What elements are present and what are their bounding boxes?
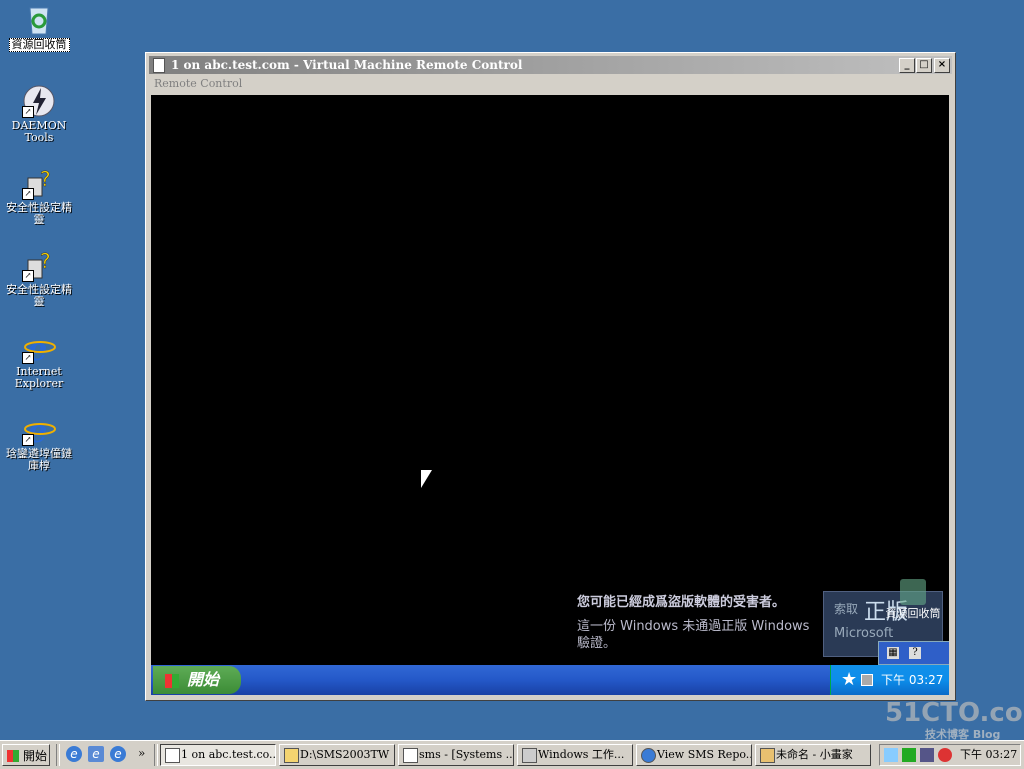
help-icon[interactable]: ? bbox=[909, 647, 921, 659]
network-icon[interactable] bbox=[861, 674, 873, 686]
taskbar-separator bbox=[56, 744, 60, 766]
folder-icon bbox=[284, 748, 299, 763]
window-titlebar[interactable]: 1 on abc.test.com - Virtual Machine Remo… bbox=[149, 56, 952, 74]
start-label: 開始 bbox=[22, 749, 47, 763]
window-title: 1 on abc.test.com - Virtual Machine Remo… bbox=[171, 58, 523, 72]
task-vm-remote-control[interactable]: 1 on abc.test.co... bbox=[160, 744, 276, 766]
task-label: 1 on abc.test.co... bbox=[181, 748, 276, 761]
quicklaunch-more-button[interactable]: » bbox=[138, 746, 145, 760]
language-bar[interactable]: ▦? bbox=[878, 641, 949, 665]
task-sms-systems[interactable]: sms - [Systems ... bbox=[398, 744, 514, 766]
vm-start-button[interactable]: 開始 bbox=[153, 666, 241, 694]
windows-logo-icon bbox=[165, 673, 179, 688]
sms-console-icon bbox=[403, 748, 418, 763]
svg-text:?: ? bbox=[40, 249, 51, 273]
genuine-text-1: 索取 bbox=[834, 602, 859, 616]
menu-remote-control[interactable]: Remote Control bbox=[154, 77, 242, 90]
security-wizard-label: 安全性設定精靈 bbox=[6, 283, 72, 308]
document-icon bbox=[165, 748, 180, 763]
security-wizard-icon: ? ↗ bbox=[22, 166, 56, 200]
desktop-icon-security-wizard-2[interactable]: ? ↗ 安全性設定精靈 bbox=[0, 248, 78, 308]
task-label: 未命名 - 小畫家 bbox=[776, 748, 853, 761]
quicklaunch-desktop-icon[interactable]: e bbox=[88, 746, 104, 762]
daemon-tray-icon[interactable] bbox=[938, 748, 952, 762]
task-label: D:\SMS2003TW bbox=[300, 748, 390, 761]
task-label: View SMS Repo... bbox=[657, 748, 752, 761]
quicklaunch-ie-icon[interactable]: e bbox=[66, 746, 82, 762]
taskbar-separator bbox=[154, 744, 158, 766]
vm-recycle-label: 資源回收筒 bbox=[885, 607, 941, 620]
security-wizard-label: 安全性設定精靈 bbox=[6, 201, 72, 226]
paint-icon bbox=[760, 748, 775, 763]
notice-body: 這一份 Windows 未通過正版 Windows 驗證。 bbox=[577, 619, 810, 651]
chart-icon[interactable] bbox=[884, 748, 898, 762]
internet-explorer-icon: e ↗ bbox=[22, 330, 56, 368]
site-watermark: 51CTO.com 技术博客 Blog bbox=[885, 698, 1024, 741]
document-icon bbox=[153, 58, 165, 73]
vm-recycle-bin[interactable]: 資源回收筒 bbox=[881, 579, 945, 621]
desktop-icon-internet-explorer[interactable]: e ↗ Internet Explorer bbox=[0, 330, 78, 390]
vm-start-label: 開始 bbox=[187, 670, 220, 689]
computer-icon bbox=[522, 748, 537, 763]
host-taskbar: 開始 e e e » 1 on abc.test.co... D:\SMS200… bbox=[0, 740, 1024, 769]
windows-logo-icon bbox=[7, 750, 19, 762]
recycle-bin-label: 資源回收筒 bbox=[8, 38, 70, 52]
star-icon[interactable]: ★ bbox=[841, 665, 857, 695]
vm-system-tray: ★ 下午 03:27 bbox=[830, 665, 949, 695]
desktop-icon-recycle-bin[interactable]: 資源回收筒 bbox=[0, 2, 78, 52]
keyboard-icon[interactable]: ▦ bbox=[887, 647, 899, 659]
daemon-tools-icon: ↗ bbox=[22, 84, 56, 118]
ie-shortcut-label: 琀鑾遴埻僮鏈庫椁 bbox=[6, 447, 72, 472]
genuine-text-3: Microsoft bbox=[834, 626, 894, 641]
security-wizard-icon: ? ↗ bbox=[22, 248, 56, 282]
internet-explorer-icon: e ↗ bbox=[22, 412, 56, 450]
daemon-tools-label: DAEMON Tools bbox=[11, 119, 67, 144]
watermark-main: 51CTO.com bbox=[885, 698, 1024, 728]
maximize-button[interactable]: □ bbox=[916, 58, 932, 73]
minimize-button[interactable]: _ bbox=[899, 58, 915, 73]
monitor-icon[interactable] bbox=[902, 748, 916, 762]
internet-explorer-icon bbox=[641, 748, 656, 763]
vm-clock[interactable]: 下午 03:27 bbox=[881, 665, 943, 695]
internet-explorer-label: Internet Explorer bbox=[14, 365, 64, 390]
system-tray: 下午 03:27 bbox=[879, 744, 1021, 766]
desktop-icon-security-wizard-1[interactable]: ? ↗ 安全性設定精靈 bbox=[0, 166, 78, 226]
task-view-sms-reports[interactable]: View SMS Repo... bbox=[636, 744, 752, 766]
vm-screen[interactable]: 您可能已經成爲盜版軟體的受害者。 這一份 Windows 未通過正版 Windo… bbox=[151, 95, 949, 695]
desktop-icon-ie-shortcut-2[interactable]: e ↗ 琀鑾遴埻僮鏈庫椁 bbox=[0, 412, 78, 472]
recycle-bin-icon bbox=[22, 2, 56, 36]
vm-taskbar: 開始 ★ 下午 03:27 bbox=[151, 665, 949, 695]
task-windows-task-manager[interactable]: Windows 工作... bbox=[517, 744, 633, 766]
svg-text:?: ? bbox=[40, 167, 51, 191]
mouse-cursor-icon bbox=[421, 470, 432, 488]
network-icon[interactable] bbox=[920, 748, 934, 762]
start-button[interactable]: 開始 bbox=[2, 744, 50, 766]
desktop-icon-daemon-tools[interactable]: ↗ DAEMON Tools bbox=[0, 84, 78, 144]
recycle-bin-icon bbox=[900, 579, 926, 605]
task-label: Windows 工作... bbox=[538, 748, 625, 761]
clock[interactable]: 下午 03:27 bbox=[960, 745, 1017, 765]
quicklaunch-ie-2-icon[interactable]: e bbox=[110, 746, 126, 762]
close-button[interactable]: × bbox=[934, 58, 950, 73]
task-paint[interactable]: 未命名 - 小畫家 bbox=[755, 744, 871, 766]
vm-remote-control-window[interactable]: 1 on abc.test.com - Virtual Machine Remo… bbox=[145, 52, 956, 701]
task-folder-sms2003tw[interactable]: D:\SMS2003TW bbox=[279, 744, 395, 766]
task-label: sms - [Systems ... bbox=[419, 748, 514, 761]
